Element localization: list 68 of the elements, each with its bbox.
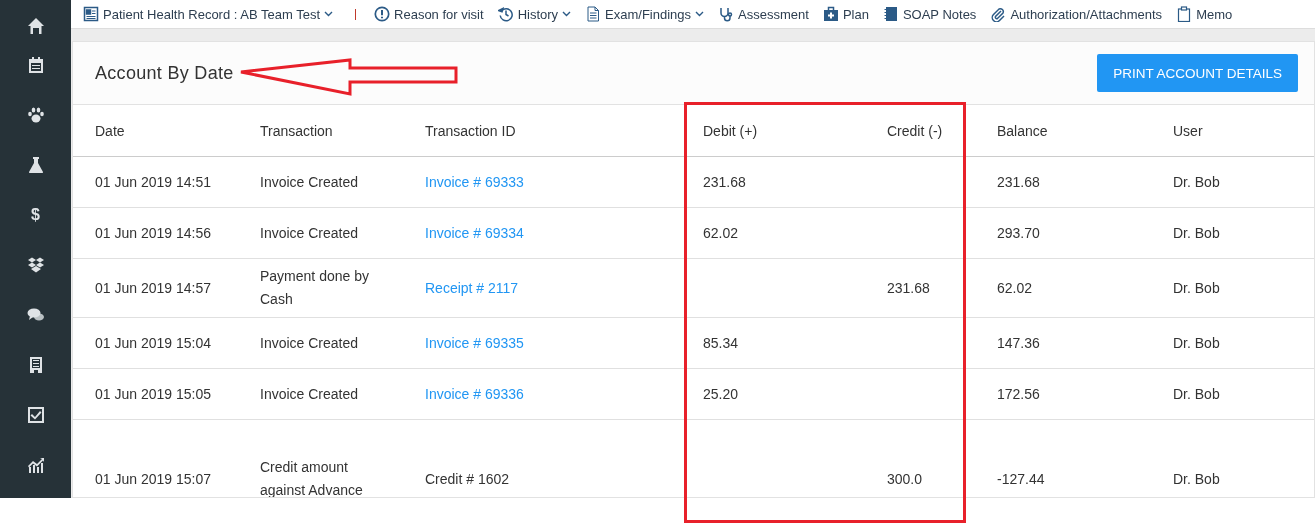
table-cell-text: 01 Jun 2019 15:07	[95, 471, 212, 487]
table-cell-text: Invoice Created	[260, 223, 360, 243]
caret-icon	[695, 11, 705, 17]
flask-icon[interactable]	[26, 156, 45, 174]
column-header: User	[1173, 122, 1204, 139]
dollar-icon[interactable]: $	[31, 206, 40, 224]
table-cell: Credit # 1602	[425, 471, 510, 487]
column-header: Balance	[997, 122, 1049, 139]
table-cell-text: Payment done by Cash	[260, 267, 370, 309]
column-header: Transaction	[260, 122, 334, 139]
table-cell-text: Dr. Bob	[1173, 386, 1221, 402]
table-cell-text: 231.68	[997, 174, 1041, 190]
table-cell-text: Invoice Created	[260, 384, 360, 404]
caret-icon	[324, 11, 334, 17]
calendar-icon[interactable]	[26, 56, 45, 74]
table-cell: 62.02	[703, 225, 739, 241]
id-card-icon	[83, 6, 99, 22]
table-cell: 231.68	[887, 280, 930, 296]
chart-icon[interactable]	[26, 456, 45, 474]
table-cell-text: 01 Jun 2019 14:57	[95, 280, 212, 296]
toolbar-item[interactable]: Assessment	[718, 6, 809, 22]
column-header: Date	[95, 122, 126, 139]
document-icon	[585, 6, 602, 22]
boxes-icon[interactable]	[26, 256, 45, 274]
alert-icon	[374, 6, 391, 22]
column-header: Debit (+)	[703, 122, 759, 139]
table-cell-text: 01 Jun 2019 15:05	[95, 386, 212, 402]
table-cell-text: Invoice Created	[260, 172, 360, 192]
card-title: Account By Date	[95, 62, 234, 84]
clipboard-icon	[1176, 6, 1193, 22]
paperclip-icon	[990, 6, 1007, 22]
table-cell-text: Credit amount against Advance	[260, 458, 364, 497]
table-cell: 300.0	[887, 471, 923, 487]
table-cell-text: 172.56	[997, 386, 1041, 402]
checkbox-icon[interactable]	[26, 406, 45, 424]
column-header: Transaction ID	[425, 122, 517, 139]
table-cell-text: Dr. Bob	[1173, 471, 1221, 487]
table-cell-text: Invoice Created	[260, 333, 360, 353]
table-cell-text: 01 Jun 2019 14:51	[95, 174, 212, 190]
caret-icon	[562, 11, 572, 17]
table-cell: 231.68	[703, 174, 746, 190]
toolbar-item[interactable]: Memo	[1176, 6, 1233, 22]
stethoscope-icon	[718, 6, 735, 22]
table-cell-text: Dr. Bob	[1173, 225, 1221, 241]
toolbar-item[interactable]: Authorization/Attachments	[990, 6, 1163, 22]
column-header: Credit (-)	[887, 122, 944, 139]
table-cell-text: Dr. Bob	[1173, 280, 1221, 296]
toolbar-item[interactable]: Exam/Findings	[585, 6, 705, 22]
home-icon[interactable]	[26, 17, 45, 35]
table-cell-text: Dr. Bob	[1173, 335, 1221, 351]
toolbar-item[interactable]: Plan	[822, 6, 869, 22]
paw-icon[interactable]	[26, 106, 45, 124]
toolbar-item[interactable]: SOAP Notes	[882, 6, 977, 22]
table-cell: 25.20	[703, 386, 739, 402]
toolbar-item[interactable]: Patient Health Record : AB Team Test	[83, 6, 361, 22]
table-cell-text: Dr. Bob	[1173, 174, 1221, 190]
table-cell-text: 147.36	[997, 335, 1041, 351]
table-cell: 85.34	[703, 335, 739, 351]
medkit-icon	[822, 6, 839, 22]
table-cell-text: 01 Jun 2019 14:56	[95, 225, 212, 241]
table-cell-text: -127.44	[997, 471, 1046, 487]
toolbar-item[interactable]: History	[497, 6, 572, 22]
table-cell-text: 62.02	[997, 280, 1034, 296]
table-cell-text: 293.70	[997, 225, 1041, 241]
notebook-icon	[882, 6, 899, 22]
toolbar-item[interactable]: Reason for visit	[374, 6, 484, 22]
table-cell-text: 01 Jun 2019 15:04	[95, 335, 212, 351]
history-icon	[497, 6, 514, 22]
